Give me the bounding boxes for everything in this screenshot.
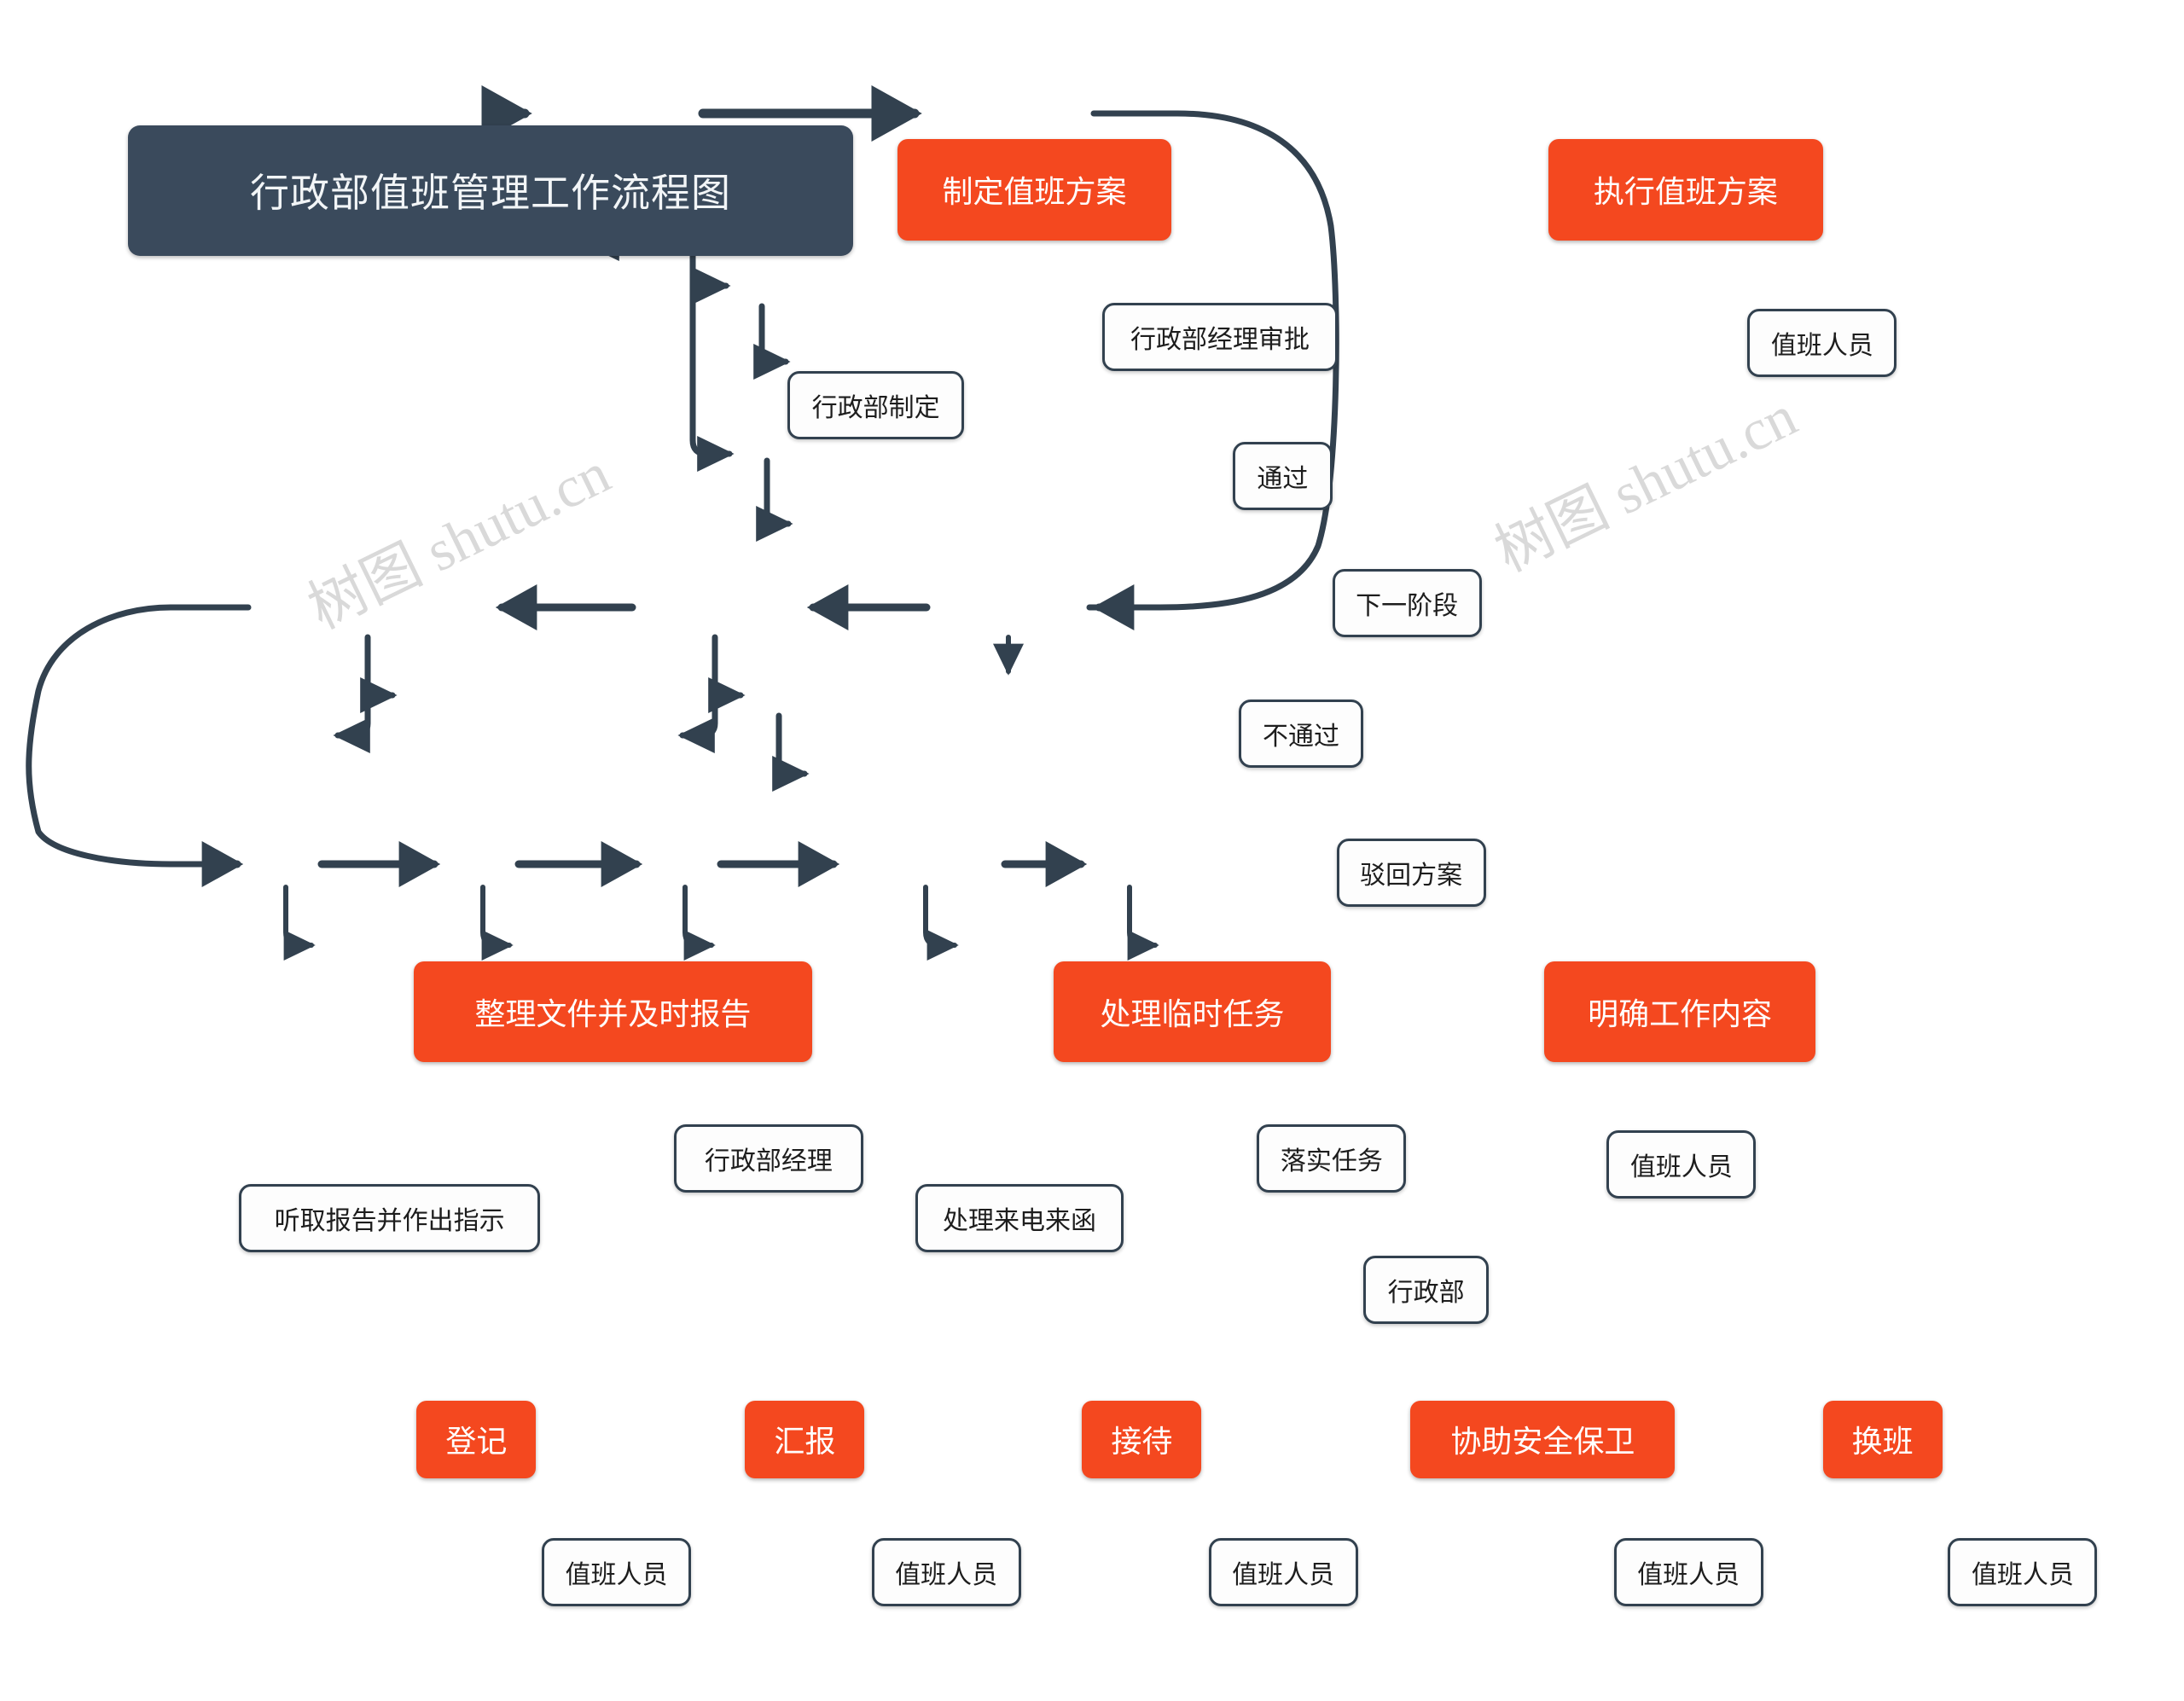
edge-chuli-to-luoshi bbox=[708, 677, 746, 713]
flow-node-label: 通过 bbox=[1257, 465, 1309, 494]
flow-node-n-dengji[interactable]: 登记 bbox=[416, 1400, 537, 1479]
edge-huibao-to-zhiban bbox=[480, 885, 514, 961]
flow-node-l-tingqu[interactable]: 听取报告并作出指示 bbox=[239, 1184, 541, 1253]
edge-luoshi-to-xingzhengbu bbox=[772, 712, 810, 792]
edge-shenpi-to-butongguo bbox=[689, 219, 735, 472]
watermark: 树图 shutu.cn bbox=[1485, 382, 1807, 584]
flow-node-l-jingli[interactable]: 行政部经理 bbox=[674, 1124, 863, 1193]
flow-node-l-xzb-zhiding[interactable]: 行政部制定 bbox=[787, 371, 964, 439]
flow-node-l-laidian[interactable]: 处理来电来函 bbox=[915, 1184, 1124, 1253]
flow-node-label: 驳回方案 bbox=[1360, 862, 1463, 891]
flow-node-label: 整理文件并及时报告 bbox=[474, 996, 752, 1031]
flow-node-label: 协助安全保卫 bbox=[1450, 1424, 1635, 1460]
edge-loop-left bbox=[26, 604, 252, 868]
flow-node-label: 处理来电来函 bbox=[942, 1207, 1096, 1236]
edge-dengji-to-zhiban bbox=[283, 885, 316, 961]
flow-node-label: 值班人员 bbox=[1637, 1561, 1740, 1590]
flow-node-label: 值班人员 bbox=[1232, 1561, 1335, 1590]
flow-node-l-zb-huanban[interactable]: 值班人员 bbox=[1948, 1538, 2098, 1607]
flow-node-n-huanban[interactable]: 换班 bbox=[1822, 1400, 1943, 1479]
flow-node-l-xiayijieduan[interactable]: 下一阶段 bbox=[1332, 568, 1482, 637]
flow-node-label: 值班人员 bbox=[1770, 331, 1873, 360]
flow-node-l-tongguo[interactable]: 通过 bbox=[1233, 442, 1333, 511]
flow-node-label: 值班人员 bbox=[565, 1561, 668, 1590]
flow-node-n-chuli[interactable]: 处理临时任务 bbox=[1054, 961, 1331, 1062]
flow-node-n-huibao[interactable]: 汇报 bbox=[745, 1400, 865, 1479]
flow-node-label: 处理临时任务 bbox=[1100, 996, 1285, 1031]
edge-butongguo-to-bohui bbox=[756, 457, 793, 542]
flowchart-canvas: 树图 shutu.cn树图 shutu.cn树图 shutu.cn树图 shut… bbox=[0, 0, 2184, 1701]
edge-jiedai-to-zhiban bbox=[682, 885, 716, 961]
flow-node-label: 明确工作内容 bbox=[1588, 996, 1773, 1031]
edge-tongguo-to-xiayijieduan bbox=[753, 303, 791, 380]
flow-node-l-zb-jiedai[interactable]: 值班人员 bbox=[1208, 1538, 1358, 1607]
flow-node-label: 行政部经理审批 bbox=[1130, 326, 1310, 354]
flow-node-l-bohui[interactable]: 驳回方案 bbox=[1336, 839, 1486, 908]
edge-xiezhu-to-zhiban bbox=[923, 885, 959, 961]
flow-node-n-zhiding[interactable]: 制定值班方案 bbox=[897, 139, 1172, 241]
flow-node-label: 落实任务 bbox=[1280, 1147, 1383, 1176]
edge-zhengli-to-jingli bbox=[360, 677, 398, 713]
flow-node-l-zb-dengji[interactable]: 值班人员 bbox=[542, 1538, 691, 1607]
flow-node-label: 执行值班方案 bbox=[1593, 174, 1778, 210]
flow-node-label: 值班人员 bbox=[1629, 1153, 1733, 1181]
edge-huanban-to-zhiban bbox=[1127, 885, 1159, 961]
flow-node-label: 汇报 bbox=[774, 1424, 836, 1460]
flow-node-n-zhixing[interactable]: 执行值班方案 bbox=[1548, 139, 1823, 241]
flow-node-label: 制定值班方案 bbox=[942, 174, 1127, 210]
flow-node-l-zhiban-zx[interactable]: 值班人员 bbox=[1747, 308, 1897, 377]
flow-node-l-zb-huibao[interactable]: 值班人员 bbox=[871, 1538, 1021, 1607]
edge-zhengli-to-tingqu bbox=[333, 634, 371, 753]
flow-node-l-jingli-shenpi[interactable]: 行政部经理审批 bbox=[1101, 303, 1339, 371]
flow-node-label: 听取报告并作出指示 bbox=[274, 1207, 505, 1236]
flow-node-n-jiedai[interactable]: 接待 bbox=[1082, 1400, 1202, 1479]
flow-node-label: 值班人员 bbox=[1971, 1561, 2074, 1590]
flow-node-label: 行政部 bbox=[1387, 1278, 1465, 1307]
flow-node-label: 行政部经理 bbox=[704, 1147, 833, 1176]
flow-node-n-xiezhu[interactable]: 协助安全保卫 bbox=[1410, 1400, 1676, 1479]
edge-chuli-to-laidian bbox=[677, 634, 718, 753]
flow-node-l-xingzhengbu[interactable]: 行政部 bbox=[1363, 1255, 1489, 1324]
flow-node-label: 下一阶段 bbox=[1356, 591, 1459, 620]
flow-node-label: 登记 bbox=[445, 1424, 508, 1460]
flow-node-n-mingque[interactable]: 明确工作内容 bbox=[1544, 961, 1816, 1062]
flow-node-label: 接待 bbox=[1111, 1424, 1173, 1460]
flow-node-label: 值班人员 bbox=[895, 1561, 998, 1590]
page-title: 行政部值班管理工作流程图 bbox=[128, 125, 853, 256]
edge-shenpi-to-tongguo bbox=[689, 268, 731, 304]
flow-node-l-zb-xiezhu[interactable]: 值班人员 bbox=[1613, 1538, 1763, 1607]
flow-node-label: 不通过 bbox=[1262, 723, 1339, 751]
flow-node-label: 行政部制定 bbox=[811, 394, 940, 422]
flow-node-n-zhengli[interactable]: 整理文件并及时报告 bbox=[414, 961, 812, 1062]
flow-node-l-zhiban-mq[interactable]: 值班人员 bbox=[1606, 1130, 1757, 1199]
flow-node-l-butongguo[interactable]: 不通过 bbox=[1238, 700, 1364, 768]
flow-node-l-luoshi[interactable]: 落实任务 bbox=[1257, 1124, 1407, 1193]
flow-node-label: 换班 bbox=[1851, 1424, 1914, 1460]
watermark: 树图 shutu.cn bbox=[298, 439, 619, 642]
